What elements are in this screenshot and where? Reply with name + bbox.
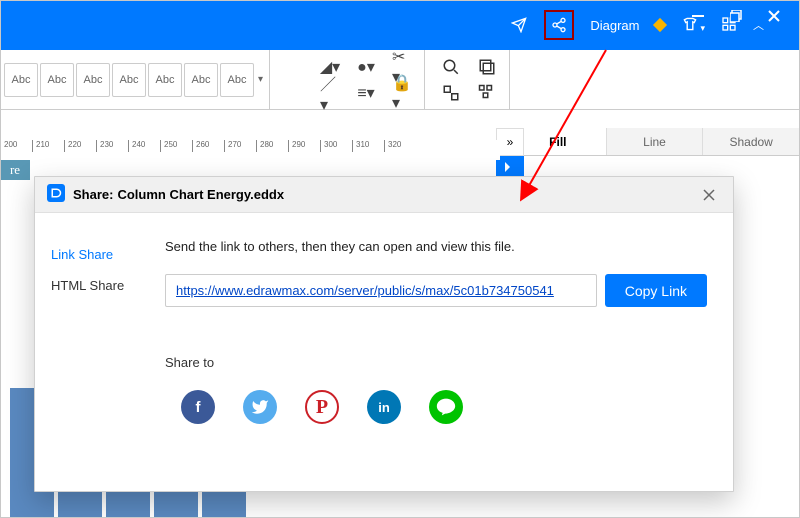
partial-title-text: re [0,160,30,180]
ruler-tick: 250 [160,140,192,152]
send-icon[interactable] [510,16,528,34]
theme-sample[interactable]: Abc [112,63,146,97]
style-tools: ◢▾ ●▾ ✂▾ ／▾ ≡▾ 🔒▾ [308,50,425,109]
dialog-close-button[interactable] [697,183,721,207]
ruler-tick: 320 [384,140,416,152]
dialog-body: Link Share HTML Share Send the link to o… [35,213,733,491]
title-bar: Diagram ▾ ︿ [0,0,800,50]
layer-icon[interactable] [477,57,497,77]
theme-sample[interactable]: Abc [184,63,218,97]
tab-shadow[interactable]: Shadow [703,128,800,155]
group-icon[interactable] [441,83,461,103]
search-icon[interactable] [441,57,461,77]
share-to-label: Share to [165,355,707,370]
tab-fill[interactable]: Fill [510,128,607,155]
chart-bar [202,488,246,518]
share-dialog: Share: Column Chart Energy.eddx Link Sha… [34,176,734,492]
share-tabs: Link Share HTML Share [35,213,165,491]
share-main: Send the link to others, then they can o… [165,213,733,491]
shadow-icon[interactable]: ●▾ [356,57,376,77]
ruler-tick: 200 [0,140,32,152]
ruler-tick: 310 [352,140,384,152]
share-description: Send the link to others, then they can o… [165,239,707,254]
dialog-title-prefix: Share: [73,187,113,202]
ruler-tick: 240 [128,140,160,152]
theme-sample[interactable]: Abc [40,63,74,97]
ribbon-toolbar: Abc Abc Abc Abc Abc Abc Abc ▾ ◢▾ ●▾ ✂▾ ／… [0,50,800,110]
ruler-tick: 300 [320,140,352,152]
share-url-input[interactable]: https://www.edrawmax.com/server/public/s… [165,274,597,307]
panel-handle[interactable] [496,156,524,178]
format-panel-tabs: Fill Line Shadow [510,128,800,156]
arrange-tools [429,50,510,109]
link-row: https://www.edrawmax.com/server/public/s… [165,274,707,307]
minimize-icon[interactable] [692,10,704,22]
line-style-icon[interactable]: ≡▾ [356,83,376,103]
ruler-tick: 260 [192,140,224,152]
dialog-filename: Column Chart Energy.eddx [117,187,284,202]
ruler-tick: 280 [256,140,288,152]
ungroup-icon[interactable] [477,83,497,103]
chart-bar [106,488,150,518]
app-logo-icon [47,184,65,205]
chart-bar [154,488,198,518]
copy-link-button[interactable]: Copy Link [605,274,707,307]
ruler-tick: 270 [224,140,256,152]
close-icon[interactable] [768,10,780,22]
ruler-tick: 220 [64,140,96,152]
window-controls [692,10,780,22]
line-icon[interactable] [429,390,463,424]
pinterest-icon[interactable]: P [305,390,339,424]
share-icon-highlighted[interactable] [544,10,574,40]
theme-sample[interactable]: Abc [148,63,182,97]
ruler-tick: 210 [32,140,64,152]
tab-html-share[interactable]: HTML Share [47,270,165,301]
theme-sample[interactable]: Abc [220,63,254,97]
tab-line[interactable]: Line [607,128,704,155]
diamond-badge-icon [653,18,667,32]
lock-icon[interactable]: 🔒▾ [392,83,412,103]
ruler-tick: 290 [288,140,320,152]
line-icon[interactable]: ／▾ [320,83,340,103]
chart-bar [58,488,102,518]
twitter-icon[interactable] [243,390,277,424]
expand-panel-button[interactable]: » [496,128,524,156]
horizontal-ruler: 200 210 220 230 240 250 260 270 280 290 … [0,140,500,160]
theme-sample[interactable]: Abc [76,63,110,97]
dialog-titlebar: Share: Column Chart Energy.eddx [35,177,733,213]
ruler-tick: 230 [96,140,128,152]
facebook-icon[interactable]: f [181,390,215,424]
theme-samples: Abc Abc Abc Abc Abc Abc Abc ▾ [4,50,270,109]
social-buttons: f P in [165,390,707,424]
linkedin-icon[interactable]: in [367,390,401,424]
diagram-label[interactable]: Diagram [590,18,639,33]
tab-link-share[interactable]: Link Share [47,239,165,270]
theme-sample[interactable]: Abc [4,63,38,97]
restore-icon[interactable] [730,10,742,22]
